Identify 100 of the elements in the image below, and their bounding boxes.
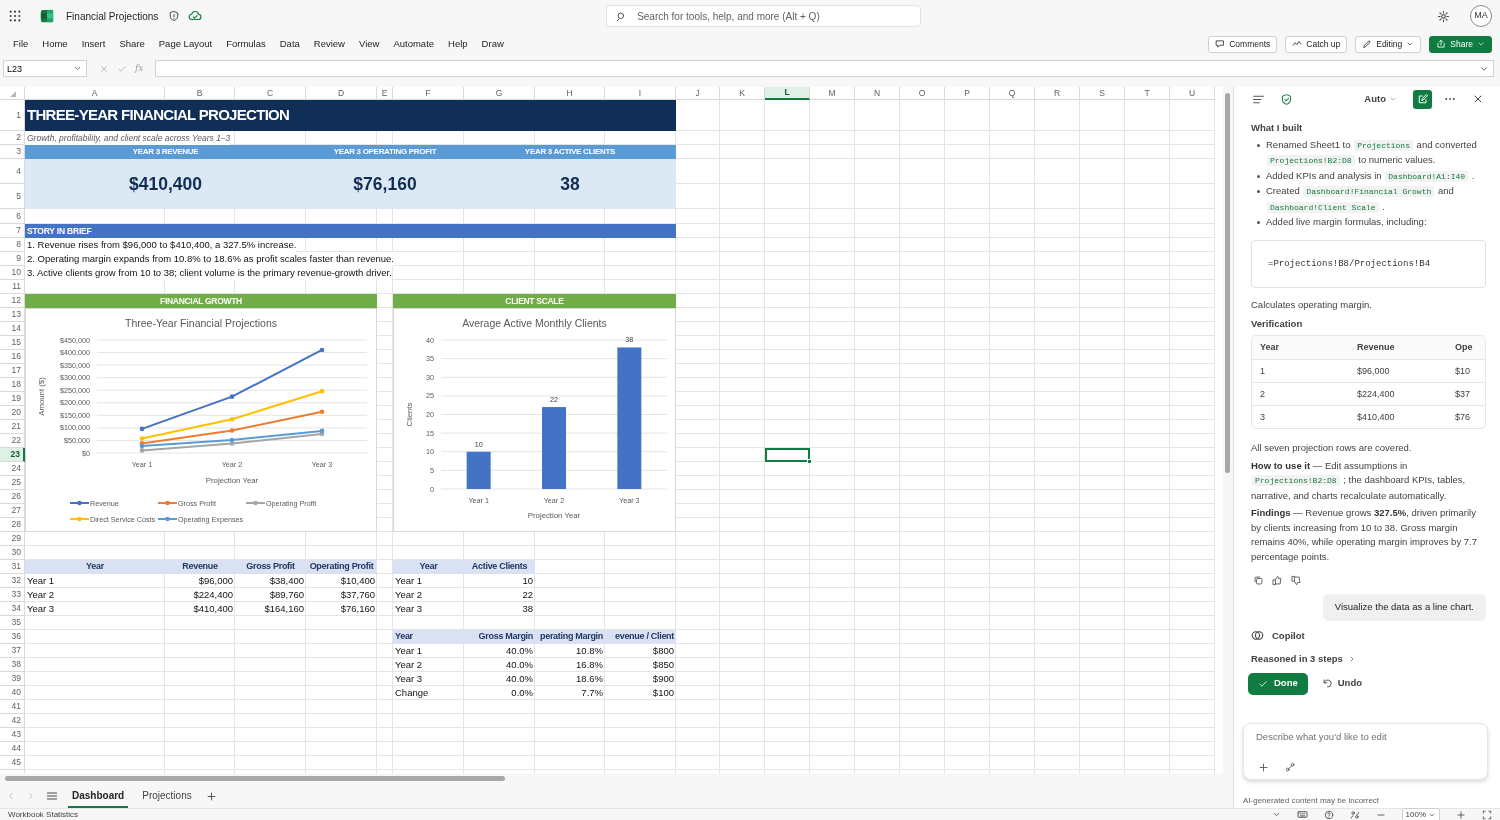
column-header[interactable]: G [464, 87, 535, 100]
selected-cell[interactable] [765, 448, 810, 462]
row-header[interactable]: 4 [0, 159, 25, 184]
fullscreen-icon[interactable] [1482, 809, 1492, 820]
formula-field[interactable] [155, 60, 1494, 77]
sheet-tab[interactable]: Dashboard [68, 784, 129, 808]
cloud-check-icon[interactable] [188, 9, 203, 23]
column-header[interactable]: A [25, 87, 165, 100]
column-header[interactable]: D [306, 87, 377, 100]
column-header[interactable]: U [1170, 87, 1215, 100]
menu-item[interactable]: Data [272, 36, 307, 52]
column-header[interactable]: B [165, 87, 235, 100]
column-header[interactable]: T [1125, 87, 1170, 100]
column-header[interactable]: E [377, 87, 393, 100]
row-header[interactable]: 17 [0, 364, 25, 378]
row-header[interactable]: 40 [0, 686, 25, 700]
shield-icon[interactable] [168, 10, 181, 22]
column-header[interactable]: I [605, 87, 676, 100]
row-header[interactable]: 36 [0, 630, 25, 644]
row-header[interactable]: 12 [0, 294, 25, 308]
menu-item[interactable]: File [6, 36, 36, 52]
thumbs-up-icon[interactable] [1272, 575, 1283, 586]
copy-icon[interactable] [1253, 575, 1264, 586]
row-header[interactable]: 18 [0, 378, 25, 392]
add-sheet-icon[interactable] [205, 790, 217, 802]
row-header[interactable]: 21 [0, 420, 25, 434]
row-header[interactable]: 38 [0, 658, 25, 672]
search-field[interactable]: Search for tools, help, and more (Alt + Q) [606, 5, 922, 27]
scrollbar-thumb[interactable] [5, 776, 505, 781]
column-header[interactable]: J [676, 87, 720, 100]
app-launcher-icon[interactable] [8, 9, 22, 23]
name-box[interactable]: L23 [3, 60, 87, 77]
menu-item[interactable]: Help [441, 36, 475, 52]
row-header[interactable]: 19 [0, 392, 25, 406]
row-header[interactable]: 25 [0, 476, 25, 490]
column-header[interactable]: H [535, 87, 605, 100]
row-header[interactable]: 28 [0, 518, 25, 532]
row-header[interactable]: 23 [0, 448, 25, 462]
column-header[interactable]: K [720, 87, 765, 100]
row-header[interactable]: 9 [0, 252, 25, 266]
row-header[interactable]: 32 [0, 574, 25, 588]
row-header[interactable]: 3 [0, 145, 25, 159]
row-header[interactable]: 5 [0, 184, 25, 209]
column-header[interactable]: L [765, 87, 810, 100]
column-header[interactable]: P [945, 87, 990, 100]
row-header[interactable]: 35 [0, 616, 25, 630]
link-icon[interactable] [1285, 761, 1296, 773]
thumbs-down-icon[interactable] [1291, 575, 1302, 586]
settings-icon[interactable] [1437, 9, 1450, 23]
column-header[interactable]: S [1080, 87, 1125, 100]
status-text[interactable]: Workbook Statistics [8, 808, 79, 820]
toolbar-button[interactable]: Editing [1355, 35, 1422, 53]
row-header[interactable]: 7 [0, 224, 25, 238]
row-header[interactable]: 31 [0, 560, 25, 574]
column-header[interactable]: N [855, 87, 900, 100]
row-header[interactable]: 10 [0, 266, 25, 280]
row-header[interactable]: 22 [0, 434, 25, 448]
sheet-tab[interactable]: Projections [138, 784, 196, 808]
row-header[interactable]: 29 [0, 532, 25, 546]
row-header[interactable]: 15 [0, 336, 25, 350]
toolbar-button[interactable]: Comments [1208, 35, 1278, 53]
new-chat-button[interactable] [1413, 89, 1432, 109]
row-header[interactable]: 44 [0, 742, 25, 756]
scrollbar-thumb[interactable] [1225, 93, 1230, 473]
row-header[interactable]: 14 [0, 322, 25, 336]
row-header[interactable]: 8 [0, 238, 25, 252]
row-header[interactable]: 11 [0, 280, 25, 294]
mode-dropdown[interactable]: Auto [1364, 91, 1397, 107]
row-header[interactable]: 6 [0, 209, 25, 224]
row-header[interactable]: 2 [0, 131, 25, 145]
row-header[interactable]: 42 [0, 714, 25, 728]
reasoning-toggle[interactable]: Reasoned in 3 steps [1251, 652, 1486, 667]
column-header[interactable]: R [1035, 87, 1080, 100]
menu-item[interactable]: Share [112, 36, 152, 52]
chevron-down-icon[interactable] [1271, 810, 1281, 819]
menu-item[interactable]: Draw [474, 36, 511, 52]
expand-icon[interactable] [1479, 64, 1489, 74]
undo-button[interactable]: Undo [1315, 675, 1369, 692]
toolbar-button[interactable]: Share [1429, 35, 1492, 53]
close-icon[interactable] [1472, 93, 1484, 105]
row-header[interactable]: 1 [0, 100, 25, 131]
column-header[interactable]: Q [990, 87, 1035, 100]
row-header[interactable]: 13 [0, 308, 25, 322]
help-icon[interactable] [1323, 809, 1334, 820]
done-button[interactable]: Done [1248, 672, 1308, 695]
row-header[interactable]: 30 [0, 546, 25, 560]
keyboard-icon[interactable] [1296, 809, 1308, 820]
check-icon[interactable] [117, 63, 127, 74]
menu-item[interactable]: View [351, 36, 387, 52]
menu-item[interactable]: Formulas [219, 36, 273, 52]
row-header[interactable]: 27 [0, 504, 25, 518]
chevron-down-icon[interactable] [73, 64, 82, 73]
menu-item[interactable]: Page Layout [151, 36, 220, 52]
shield-check-icon[interactable] [1280, 92, 1293, 106]
people-icon[interactable] [1349, 809, 1360, 820]
row-header[interactable]: 45 [0, 756, 25, 770]
row-header[interactable]: 16 [0, 350, 25, 364]
toolbar-button[interactable]: Catch up [1285, 35, 1348, 53]
avatar[interactable]: MA [1470, 5, 1492, 27]
menu-item[interactable]: Review [306, 36, 352, 52]
